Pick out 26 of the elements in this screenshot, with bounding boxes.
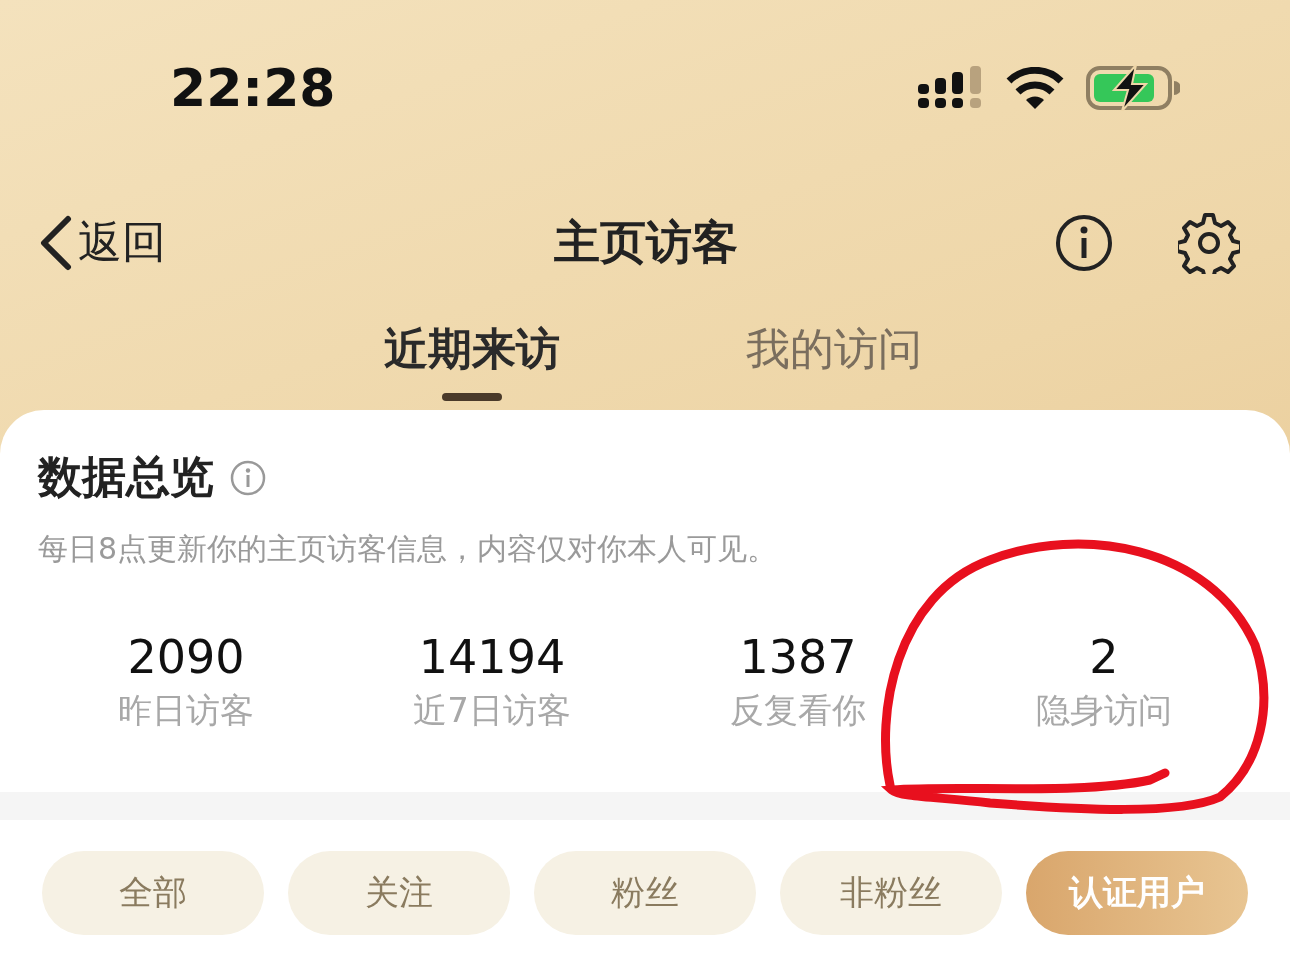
- tab[interactable]: 我的访问: [746, 310, 922, 410]
- stat-label: 反复看你: [730, 689, 866, 732]
- section-title: 数据总览: [38, 450, 214, 504]
- tab[interactable]: 近期来访: [384, 310, 560, 410]
- filter-chip[interactable]: 认证用户: [1026, 851, 1248, 935]
- stat-value: 2: [1089, 630, 1119, 684]
- stat-value: 2090: [127, 630, 245, 684]
- page-title: 主页访客: [553, 213, 739, 271]
- back-button[interactable]: 返回: [38, 213, 218, 272]
- stat-label: 隐身访问: [1036, 689, 1172, 732]
- stat-value: 14194: [418, 630, 566, 684]
- section-description: 每日8点更新你的主页访客信息，内容仅对你本人可见。: [37, 530, 779, 568]
- settings-icon[interactable]: [1178, 211, 1240, 274]
- wifi-icon: [1006, 66, 1064, 109]
- back-chevron-icon[interactable]: [38, 214, 74, 271]
- filter-chip[interactable]: 非粉丝: [780, 851, 1002, 935]
- stat-label: 昨日访客: [118, 689, 254, 732]
- info-icon[interactable]: [1054, 212, 1114, 273]
- filter-chip[interactable]: 关注: [288, 851, 510, 935]
- battery-charging-icon: [1086, 64, 1180, 111]
- status-time: 22:28: [170, 57, 337, 118]
- signal-icon: [918, 65, 984, 110]
- filter-chip[interactable]: 全部: [42, 851, 264, 935]
- filter-chip[interactable]: 粉丝: [534, 851, 756, 935]
- stat-value: 1387: [739, 630, 857, 684]
- stat-label: 近7日访客: [413, 689, 571, 732]
